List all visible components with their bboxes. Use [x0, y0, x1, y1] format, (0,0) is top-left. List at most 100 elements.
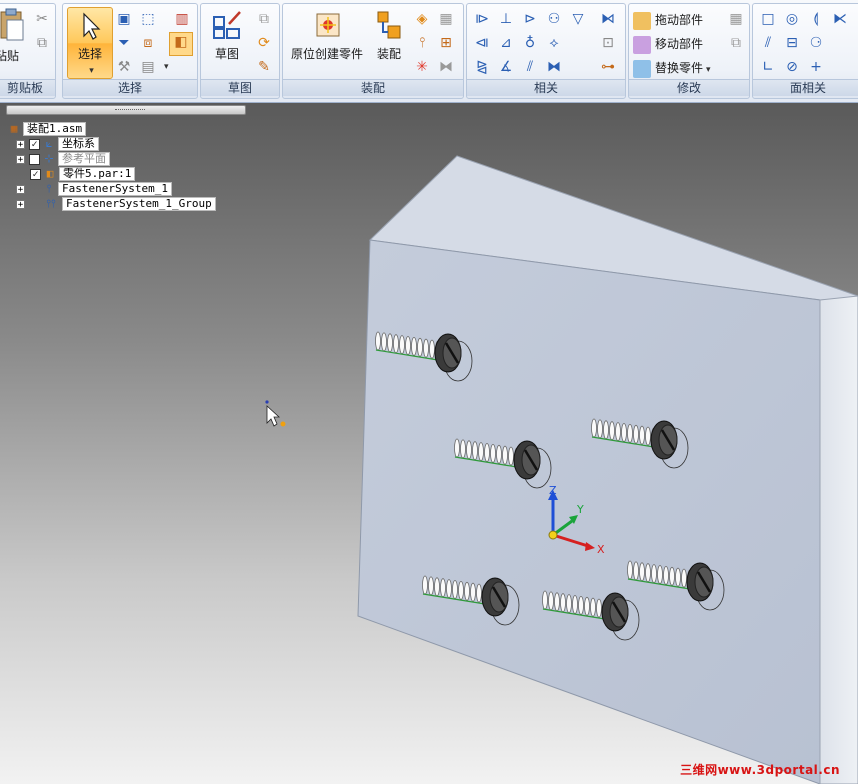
fastener-group-icon: ⫯⫯ [46, 197, 56, 210]
move-component-button[interactable]: 移动部件 [633, 34, 703, 54]
fastener-icon: ⫯ [46, 182, 52, 195]
create-in-place-button[interactable]: 原位创建零件 [287, 8, 367, 62]
paste-icon [0, 8, 24, 41]
block-front-face[interactable] [357, 239, 821, 784]
new-part-icon[interactable]: ✳ [413, 58, 431, 76]
cut-icon[interactable]: ✂ [33, 10, 51, 28]
disperse-icon[interactable]: ⧉ [727, 34, 745, 52]
connect-icon[interactable]: ⧏ [473, 34, 491, 52]
offset-face-icon[interactable]: ⊟ [783, 34, 801, 52]
select-group: 选择 ▾ ▣ ⬚ ▥ ⏷ ⧈ ◧ ⚒ ▤ ▾ 选择 [62, 3, 198, 99]
assembly-group-label: 装配 [283, 79, 463, 96]
relations-group-label: 相关 [467, 79, 625, 96]
mouse-cursor [265, 400, 286, 427]
drag-component-icon [633, 11, 651, 30]
expand-icon[interactable]: + [16, 199, 25, 209]
tree-item-reference-planes[interactable]: + ⊹ 参考平面 [8, 151, 216, 166]
sketch-icon [213, 11, 241, 39]
mate-icon[interactable]: ⧐ [473, 10, 491, 28]
mirror-part-icon[interactable]: ⧓ [437, 58, 455, 76]
sketch-button[interactable]: 草图 [207, 8, 247, 62]
parallel-relation-icon[interactable]: ▽ [569, 10, 587, 28]
center-plane-icon[interactable]: ⧓ [545, 58, 563, 76]
angle-icon[interactable]: ⊿ [497, 34, 515, 52]
parallel-face-icon[interactable]: ⫽ [759, 34, 777, 52]
triad-z-label: Z [549, 484, 557, 497]
copy-icon[interactable]: ⧉ [33, 34, 51, 52]
expand-icon[interactable]: + [16, 139, 25, 149]
funnel-filter-icon[interactable]: ⏷ [115, 34, 133, 52]
transfer-icon[interactable]: ▦ [727, 10, 745, 28]
coordinate-system-icon: ⟀ [45, 137, 53, 150]
layers-icon[interactable]: ▤ [139, 58, 157, 76]
layers-dropdown-icon[interactable]: ▾ [164, 62, 169, 72]
pencil-icon[interactable]: ✎ [255, 58, 273, 76]
replace-part-button[interactable]: 替换零件 ▾ [633, 58, 711, 78]
tree-item-coordinate-system[interactable]: + ✓ ⟀ 坐标系 [8, 136, 216, 151]
assemble-button[interactable]: 装配 [371, 8, 407, 62]
insert-component-icon[interactable]: ◈ [413, 10, 431, 28]
gear-relation-icon[interactable]: ⧎ [473, 58, 491, 76]
face-plane-icon[interactable]: □ [759, 10, 777, 28]
triad-y-label: Y [576, 503, 584, 516]
move-component-icon [633, 35, 651, 54]
symmetric-icon[interactable]: ⟬ [807, 10, 825, 28]
fastener-icon[interactable]: ⫯ [413, 34, 431, 52]
relation-assistant-icon[interactable]: ⧑ [599, 10, 617, 28]
cam-icon[interactable]: ⟡ [545, 34, 563, 52]
component-select-icon[interactable]: ⧈ [139, 34, 157, 52]
select-arrow-box-icon[interactable]: ⬚ [139, 10, 157, 28]
path-icon[interactable]: ∡ [497, 58, 515, 76]
expand-icon[interactable]: + [16, 154, 25, 164]
perpendicular-face-icon[interactable]: ∟ [759, 58, 777, 76]
rigid-set-icon[interactable]: ⫽ [521, 58, 539, 76]
clipboard-group-label: 剪贴板 [0, 79, 55, 96]
block-side-face[interactable] [819, 295, 858, 784]
pattern-icon[interactable]: ▦ [437, 10, 455, 28]
part-icon: ◧ [46, 167, 54, 180]
sketch-group-label: 草图 [201, 79, 279, 96]
arrow-cursor-icon [83, 12, 101, 40]
select-group-label: 选择 [63, 79, 197, 96]
triad-x-label: X [597, 543, 605, 556]
add-face-relation-icon[interactable]: + [807, 58, 825, 76]
show-part-icon[interactable]: ▥ [173, 10, 191, 28]
align-face-icon[interactable]: ⧔ [831, 10, 849, 28]
expand-icon[interactable]: + [16, 184, 25, 194]
sub-assembly-icon[interactable]: ⊞ [437, 34, 455, 52]
select-filter-icon[interactable]: ▣ [115, 10, 133, 28]
planar-align-icon[interactable]: ⊥ [497, 10, 515, 28]
visibility-checkbox[interactable]: ✓ [30, 168, 41, 180]
reference-plane-icon: ⊹ [44, 152, 54, 165]
ribbon: 粘贴 ✂ ⧉ 剪贴板 选择 ▾ ▣ ⬚ ▥ ⏷ ⧈ ◧ ⚒ ▤ ▾ 选择 草图 … [0, 0, 858, 103]
axial-align-icon[interactable]: ⊳ [521, 10, 539, 28]
select-button[interactable]: 选择 ▾ [67, 7, 113, 79]
insert-relation-icon[interactable]: ⚇ [545, 10, 563, 28]
coaxial-icon[interactable]: ⚆ [807, 34, 825, 52]
copy-sketch-icon[interactable]: ⧉ [255, 10, 273, 28]
tangent-face-icon[interactable]: ⊘ [783, 58, 801, 76]
show-relations-icon[interactable]: ⊶ [599, 58, 617, 76]
replace-part-icon [633, 59, 651, 78]
sketch-group: 草图 ⧉ ⟳ ✎ 草图 [200, 3, 280, 99]
tree-root[interactable]: ▦ 装配1.asm [8, 121, 216, 136]
tools-icon[interactable]: ⚒ [115, 58, 133, 76]
replace-part-dropdown-icon[interactable]: ▾ [706, 65, 711, 75]
watermark: 三维网www.3dportal.cn [680, 763, 840, 777]
highlight-part-icon[interactable]: ◧ [169, 32, 193, 56]
rotate-sketch-icon[interactable]: ⟳ [255, 34, 273, 52]
tangent-icon[interactable]: ♁ [521, 34, 539, 52]
drag-component-button[interactable]: 拖动部件 [633, 10, 703, 30]
graphics-workspace[interactable]: Z Y X ▦ 装配1.asm + ✓ ⟀ 坐标系 + ⊹ 参考平面 ✓ ◧ 零件5.par:1… [0, 103, 858, 784]
create-in-place-icon [316, 13, 340, 37]
tree-item-fastener-system[interactable]: + ⫯ FastenerSystem_1 [8, 181, 216, 196]
visibility-checkbox[interactable]: ✓ [29, 138, 40, 150]
tree-item-part[interactable]: ✓ ◧ 零件5.par:1 [8, 166, 216, 181]
select-dropdown-icon[interactable]: ▾ [89, 66, 94, 76]
clipboard-group: 粘贴 ✂ ⧉ 剪贴板 [0, 3, 56, 99]
capture-fit-icon[interactable]: ⊡ [599, 34, 617, 52]
visibility-checkbox[interactable] [29, 153, 40, 165]
concentric-icon[interactable]: ◎ [783, 10, 801, 28]
tree-item-fastener-group[interactable]: + ⫯⫯ FastenerSystem_1_Group [8, 196, 216, 211]
paste-button[interactable]: 粘贴 [0, 8, 29, 64]
